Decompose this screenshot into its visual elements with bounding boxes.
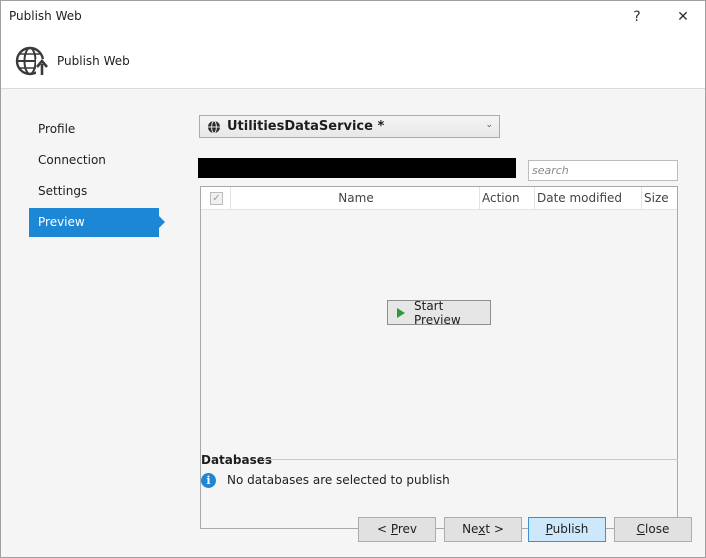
dialog-header: Publish Web — [1, 32, 705, 89]
column-header-action[interactable]: Action — [480, 187, 535, 210]
redacted-site-url — [198, 158, 516, 178]
databases-heading: Databases — [201, 453, 273, 467]
close-button[interactable]: Close — [614, 517, 692, 542]
nav-item-label: Connection — [38, 153, 106, 167]
close-window-button[interactable]: ✕ — [663, 1, 703, 32]
column-select-all: ✓ — [201, 187, 231, 210]
column-header-size[interactable]: Size — [642, 187, 677, 210]
button-label: < Prev — [376, 522, 418, 536]
databases-divider — [263, 459, 678, 460]
start-preview-button[interactable]: Start Preview — [387, 298, 491, 327]
publish-button[interactable]: Publish — [528, 517, 606, 542]
databases-message: No databases are selected to publish — [227, 473, 450, 487]
window-title: Publish Web — [9, 9, 82, 23]
nav-item-preview[interactable]: Preview — [29, 208, 165, 237]
nav-item-label: Settings — [38, 184, 88, 198]
nav-item-label: Preview — [38, 215, 85, 229]
info-icon: i — [201, 473, 216, 488]
column-header-date-modified[interactable]: Date modified — [535, 187, 642, 210]
header-title: Publish Web — [57, 54, 130, 68]
button-label: Close — [636, 522, 670, 536]
grid-header: ✓ Name Action Date modified Size — [201, 187, 677, 210]
globe-publish-icon — [15, 46, 49, 77]
dialog-content: Profile Connection Settings Preview Util… — [1, 89, 705, 557]
title-bar: Publish Web ? ✕ — [1, 1, 705, 32]
profile-dropdown[interactable]: UtilitiesDataService * ⌄ — [199, 115, 500, 138]
chevron-down-icon: ⌄ — [485, 120, 493, 130]
profile-name: UtilitiesDataService * — [227, 119, 385, 134]
globe-icon — [208, 120, 220, 133]
nav-item-label: Profile — [38, 122, 76, 136]
button-label: Next > — [462, 522, 504, 536]
nav-item-settings[interactable]: Settings — [29, 177, 159, 206]
nav-item-profile[interactable]: Profile — [29, 115, 159, 144]
search-input[interactable] — [528, 160, 678, 181]
help-button[interactable]: ? — [617, 1, 657, 32]
start-preview-label: Start Preview — [414, 298, 461, 327]
play-icon — [397, 307, 405, 318]
publish-web-dialog: Publish Web ? ✕ Publish Web Profile Conn… — [0, 0, 706, 558]
column-header-name[interactable]: Name — [231, 187, 480, 210]
nav-item-connection[interactable]: Connection — [29, 146, 159, 175]
select-all-checkbox[interactable]: ✓ — [210, 192, 223, 205]
wizard-nav: Profile Connection Settings Preview — [29, 115, 169, 239]
button-label: Publish — [545, 522, 589, 536]
prev-button[interactable]: < Prev — [358, 517, 436, 542]
next-button[interactable]: Next > — [444, 517, 522, 542]
